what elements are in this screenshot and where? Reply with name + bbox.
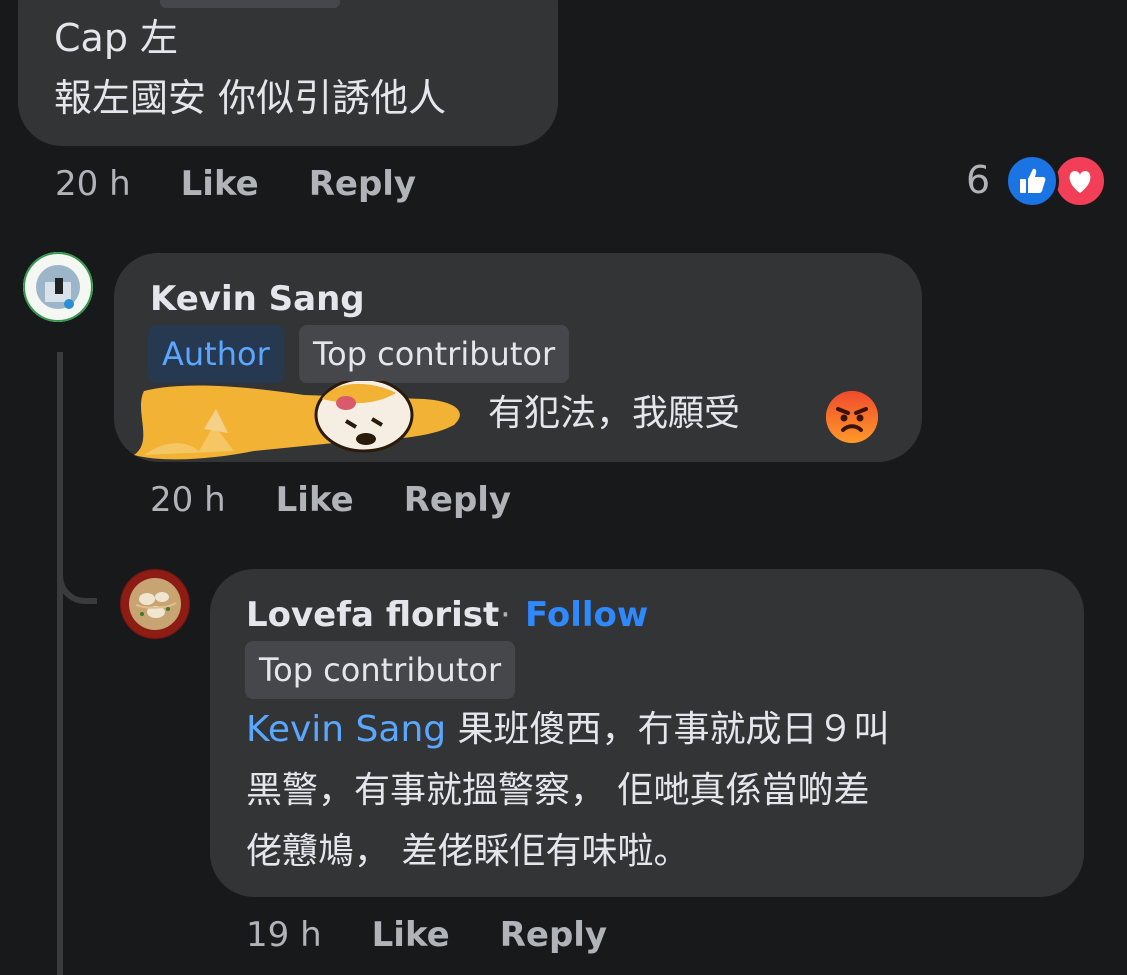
comment-text-segment: 果班傻西，冇事就成日９叫	[446, 709, 890, 750]
author-name[interactable]: Kevin Sang	[150, 279, 365, 319]
avatar[interactable]	[23, 252, 93, 322]
follow-button[interactable]: Follow	[525, 595, 648, 635]
like-button[interactable]: Like	[372, 915, 450, 955]
comment-text: Kevin Sang 果班傻西，冇事就成日９叫 黑警，有事就搵警察， 佢哋真係當…	[246, 699, 1066, 882]
comment-text-line: 報左國安 你似引誘他人	[54, 76, 447, 120]
top-contributor-badge: Top contributor	[299, 325, 570, 383]
thread-branch	[57, 560, 97, 604]
comment-text-line: 黑警，有事就搵警察， 佢哋真係當啲差	[246, 770, 870, 811]
comment-text-line: Kevin Sang 果班傻西，冇事就成日９叫	[246, 699, 1066, 760]
comment-actions: 20 h Like Reply	[55, 164, 416, 204]
first-bubble-chip	[160, 0, 340, 8]
separator-dot: ·	[500, 595, 511, 635]
mention-link[interactable]: Kevin Sang	[246, 709, 446, 750]
thread-line	[57, 352, 63, 975]
comment-actions: 19 h Like Reply	[246, 915, 607, 955]
comment-text-line: Cap 左	[54, 16, 179, 60]
comment-timestamp[interactable]: 19 h	[246, 915, 322, 955]
comment-timestamp[interactable]: 20 h	[150, 480, 226, 520]
comments-page: Cap 左 報左國安 你似引誘他人 20 h Like Reply 6 Kevin …	[0, 0, 1127, 975]
author-name[interactable]: Lovefa florist	[246, 595, 499, 635]
top-contributor-badge: Top contributor	[245, 641, 516, 699]
love-icon[interactable]	[1053, 154, 1107, 208]
like-button[interactable]: Like	[276, 480, 354, 520]
comment-bubble: Lovefa florist · Follow Top contributor …	[210, 569, 1084, 897]
comment-bubble: Kevin Sang Author Top contributor 有犯法，我願…	[114, 253, 922, 462]
comment-bubble: Cap 左 報左國安 你似引誘他人	[18, 0, 558, 146]
comment-text: 有犯法，我願受	[488, 393, 741, 434]
reply-button[interactable]: Reply	[404, 480, 511, 520]
like-icon[interactable]	[1005, 154, 1059, 208]
avatar[interactable]	[120, 569, 190, 639]
reaction-count[interactable]: 6	[966, 158, 990, 202]
reply-button[interactable]: Reply	[500, 915, 607, 955]
like-button[interactable]: Like	[181, 164, 259, 204]
comment-actions: 20 h Like Reply	[150, 480, 511, 520]
comment-timestamp[interactable]: 20 h	[55, 164, 131, 204]
reply-button[interactable]: Reply	[309, 164, 416, 204]
shiba-dog-sticker	[124, 377, 494, 471]
comment-text-line: 佬戇鳩， 差佬睬佢有味啦。	[246, 831, 690, 872]
angry-face-icon	[826, 391, 878, 443]
author-badge: Author	[148, 325, 284, 383]
